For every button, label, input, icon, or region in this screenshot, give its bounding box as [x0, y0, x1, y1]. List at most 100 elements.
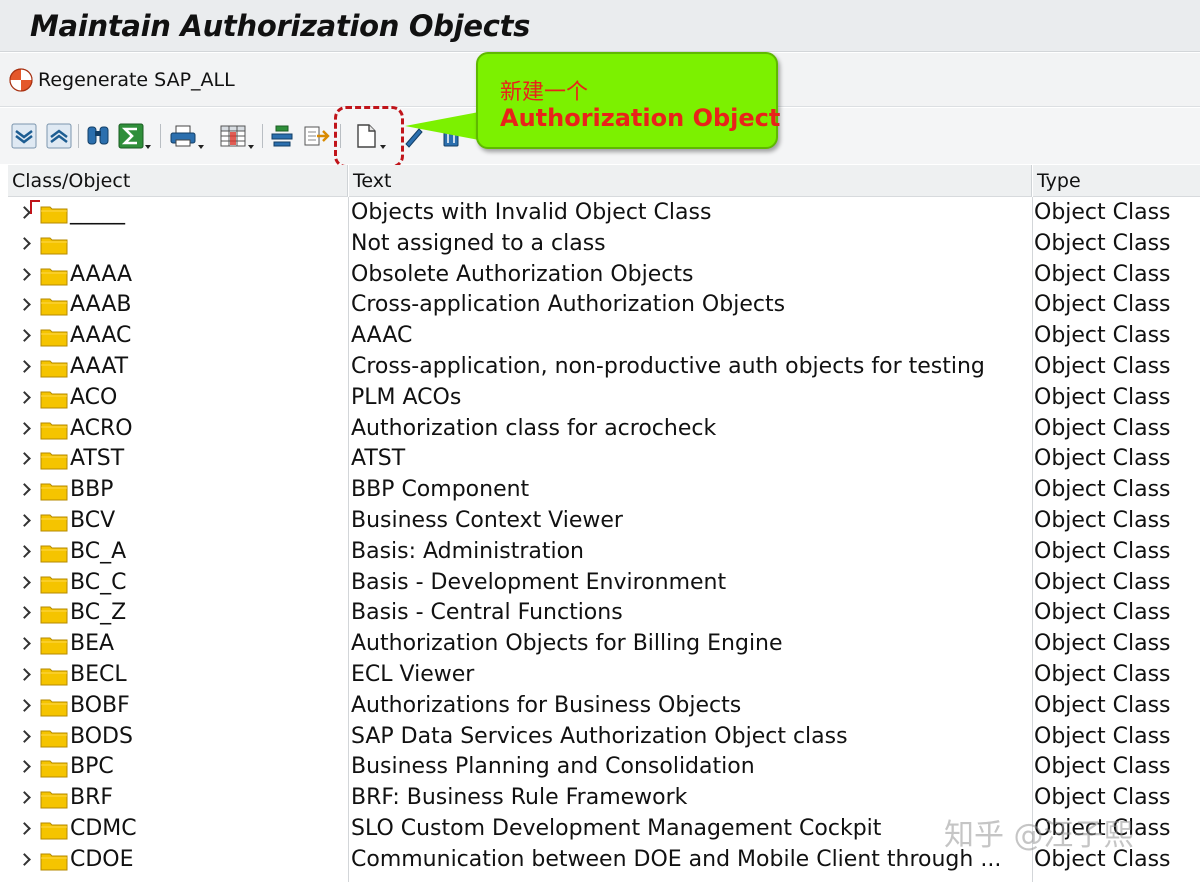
toolbar-separator [262, 124, 263, 148]
class-type: Object Class [1034, 292, 1171, 318]
column-header-type[interactable]: Type [1033, 165, 1200, 197]
class-type: Object Class [1034, 785, 1171, 811]
class-type: Object Class [1034, 538, 1171, 564]
find-icon [87, 126, 109, 145]
folder-icon [40, 298, 68, 316]
tree-row[interactable]: BODS SAP Data Services Authorization Obje… [8, 723, 1200, 754]
expand-node-icon[interactable] [18, 236, 31, 250]
expand-node-icon[interactable] [18, 360, 31, 373]
toolbar-separator [78, 124, 79, 148]
layout-button[interactable] [218, 122, 254, 150]
folder-icon [40, 853, 68, 871]
folder-icon [40, 452, 68, 470]
class-object-name: CDOE [70, 846, 134, 872]
export-icon [304, 126, 330, 146]
authorization-object-tree: Class/Object Text Type _____ Objects with… [8, 165, 1200, 882]
tree-row[interactable]: BCV Business Context Viewer Object Class [8, 507, 1200, 538]
class-type: Object Class [1034, 323, 1171, 349]
folder-icon [40, 668, 68, 686]
annotation-callout: 新建一个 Authorization Object [476, 52, 780, 149]
expand-node-icon[interactable] [18, 267, 31, 281]
regenerate-sap-all-button[interactable]: Regenerate SAP_ALL [8, 65, 235, 95]
folder-icon [40, 514, 68, 532]
tree-row[interactable]: CDMC SLO Custom Development Management Co… [8, 815, 1200, 846]
align-icon [271, 125, 293, 147]
class-object-name: CDMC [70, 816, 137, 841]
folder-icon [40, 822, 68, 840]
class-text: Communication between DOE and Mobile Cli… [351, 846, 1002, 872]
class-object-name: ACO [70, 384, 118, 410]
expand-all-button[interactable] [10, 122, 38, 150]
sum-button[interactable] [117, 122, 151, 150]
print-button[interactable] [168, 122, 204, 150]
class-text: Cross-application Authorization Objects [351, 292, 786, 318]
tree-row[interactable]: BC_C Basis - Development Environment Objec… [8, 569, 1200, 600]
class-type: Object Class [1034, 754, 1171, 780]
class-text: Basis: Administration [351, 538, 584, 564]
expand-node-icon[interactable] [18, 606, 31, 620]
expand-node-icon[interactable] [18, 483, 31, 497]
class-object-name: BODS [70, 723, 133, 749]
expand-node-icon[interactable] [18, 206, 31, 219]
folder-icon [40, 422, 68, 440]
folder-icon [40, 391, 68, 409]
class-text: BRF: Business Rule Framework [351, 785, 688, 811]
column-header-class-object[interactable]: Class/Object [8, 165, 348, 197]
expand-node-icon[interactable] [18, 760, 31, 774]
expand-node-icon[interactable] [18, 575, 31, 589]
sum-dropdown-arrow [145, 145, 151, 149]
expand-node-icon[interactable] [18, 452, 31, 466]
export-button[interactable] [302, 122, 332, 150]
folder-icon [40, 637, 68, 655]
callout-line-1: 新建一个 [500, 80, 589, 105]
expand-node-icon[interactable] [18, 791, 31, 805]
create-authorization-object-button[interactable] [352, 122, 386, 150]
expand-node-icon[interactable] [18, 298, 31, 312]
find-button[interactable] [84, 122, 112, 150]
tree-row[interactable]: BC_A Basis: Administration Object Class [8, 538, 1200, 569]
expand-node-icon[interactable] [18, 390, 31, 404]
expand-all-icon [11, 123, 37, 149]
expand-node-icon[interactable] [18, 421, 31, 435]
tree-row[interactable]: CDOE Communication between DOE and Mobile… [8, 846, 1200, 877]
expand-node-icon[interactable] [18, 544, 31, 558]
collapse-all-button[interactable] [45, 122, 73, 150]
column-header-text[interactable]: Text [349, 165, 1032, 197]
tree-row[interactable]: BRF BRF: Business Rule Framework Object Cl… [8, 784, 1200, 815]
expand-node-icon[interactable] [18, 852, 31, 866]
expand-node-icon[interactable] [18, 729, 31, 743]
tree-row[interactable]: AAAB Cross-application Authorization Obje… [8, 291, 1200, 322]
class-object-name: BC_A [70, 538, 127, 564]
tree-row[interactable]: ACRO Authorization class for acrocheck Obj… [8, 415, 1200, 446]
tree-row[interactable]: BC_Z Basis - Central Functions Object Clas… [8, 599, 1200, 630]
tree-row[interactable]: BOBF Authorizations for Business Objects O… [8, 692, 1200, 723]
tree-row[interactable]: BECL ECL Viewer Object Class [8, 661, 1200, 692]
class-text: Cross-application, non-productive auth o… [351, 354, 985, 379]
tree-row[interactable]: ACO PLM ACOs Object Class [8, 384, 1200, 415]
tree-row[interactable]: AAAC AAAC Object Class [8, 322, 1200, 353]
tree-row[interactable]: _____ Objects with Invalid Object Class Ob… [8, 199, 1200, 230]
tree-row[interactable]: AAAA Obsolete Authorization Objects Object… [8, 261, 1200, 292]
folder-icon [40, 483, 68, 501]
tree-row[interactable]: BPC Business Planning and Consolidation Ob… [8, 753, 1200, 784]
class-type: Object Class [1034, 384, 1171, 410]
expand-node-icon[interactable] [18, 822, 31, 835]
tree-row[interactable]: BBP BBP Component Object Class [8, 476, 1200, 507]
tree-row[interactable]: AAAT Cross-application, non-productive au… [8, 353, 1200, 384]
align-button[interactable] [268, 122, 296, 150]
expand-node-icon[interactable] [18, 668, 31, 681]
tree-row[interactable]: ATST ATST Object Class [8, 445, 1200, 476]
class-text: SLO Custom Development Management Cockpi… [351, 816, 882, 841]
tree-row[interactable]: BEA Authorization Objects for Billing Eng… [8, 630, 1200, 661]
folder-icon [40, 268, 68, 286]
class-type: Object Class [1034, 846, 1171, 872]
expand-node-icon[interactable] [18, 514, 31, 527]
class-object-name: BECL [70, 662, 127, 687]
page-title: Maintain Authorization Objects [30, 9, 531, 43]
expand-node-icon[interactable] [18, 329, 31, 343]
expand-node-icon[interactable] [18, 698, 31, 712]
class-object-name: BCV [70, 508, 116, 533]
expand-node-icon[interactable] [18, 637, 31, 651]
class-text: Authorization Objects for Billing Engine [351, 631, 783, 657]
tree-row[interactable]: Not assigned to a class Object Class [8, 230, 1200, 261]
